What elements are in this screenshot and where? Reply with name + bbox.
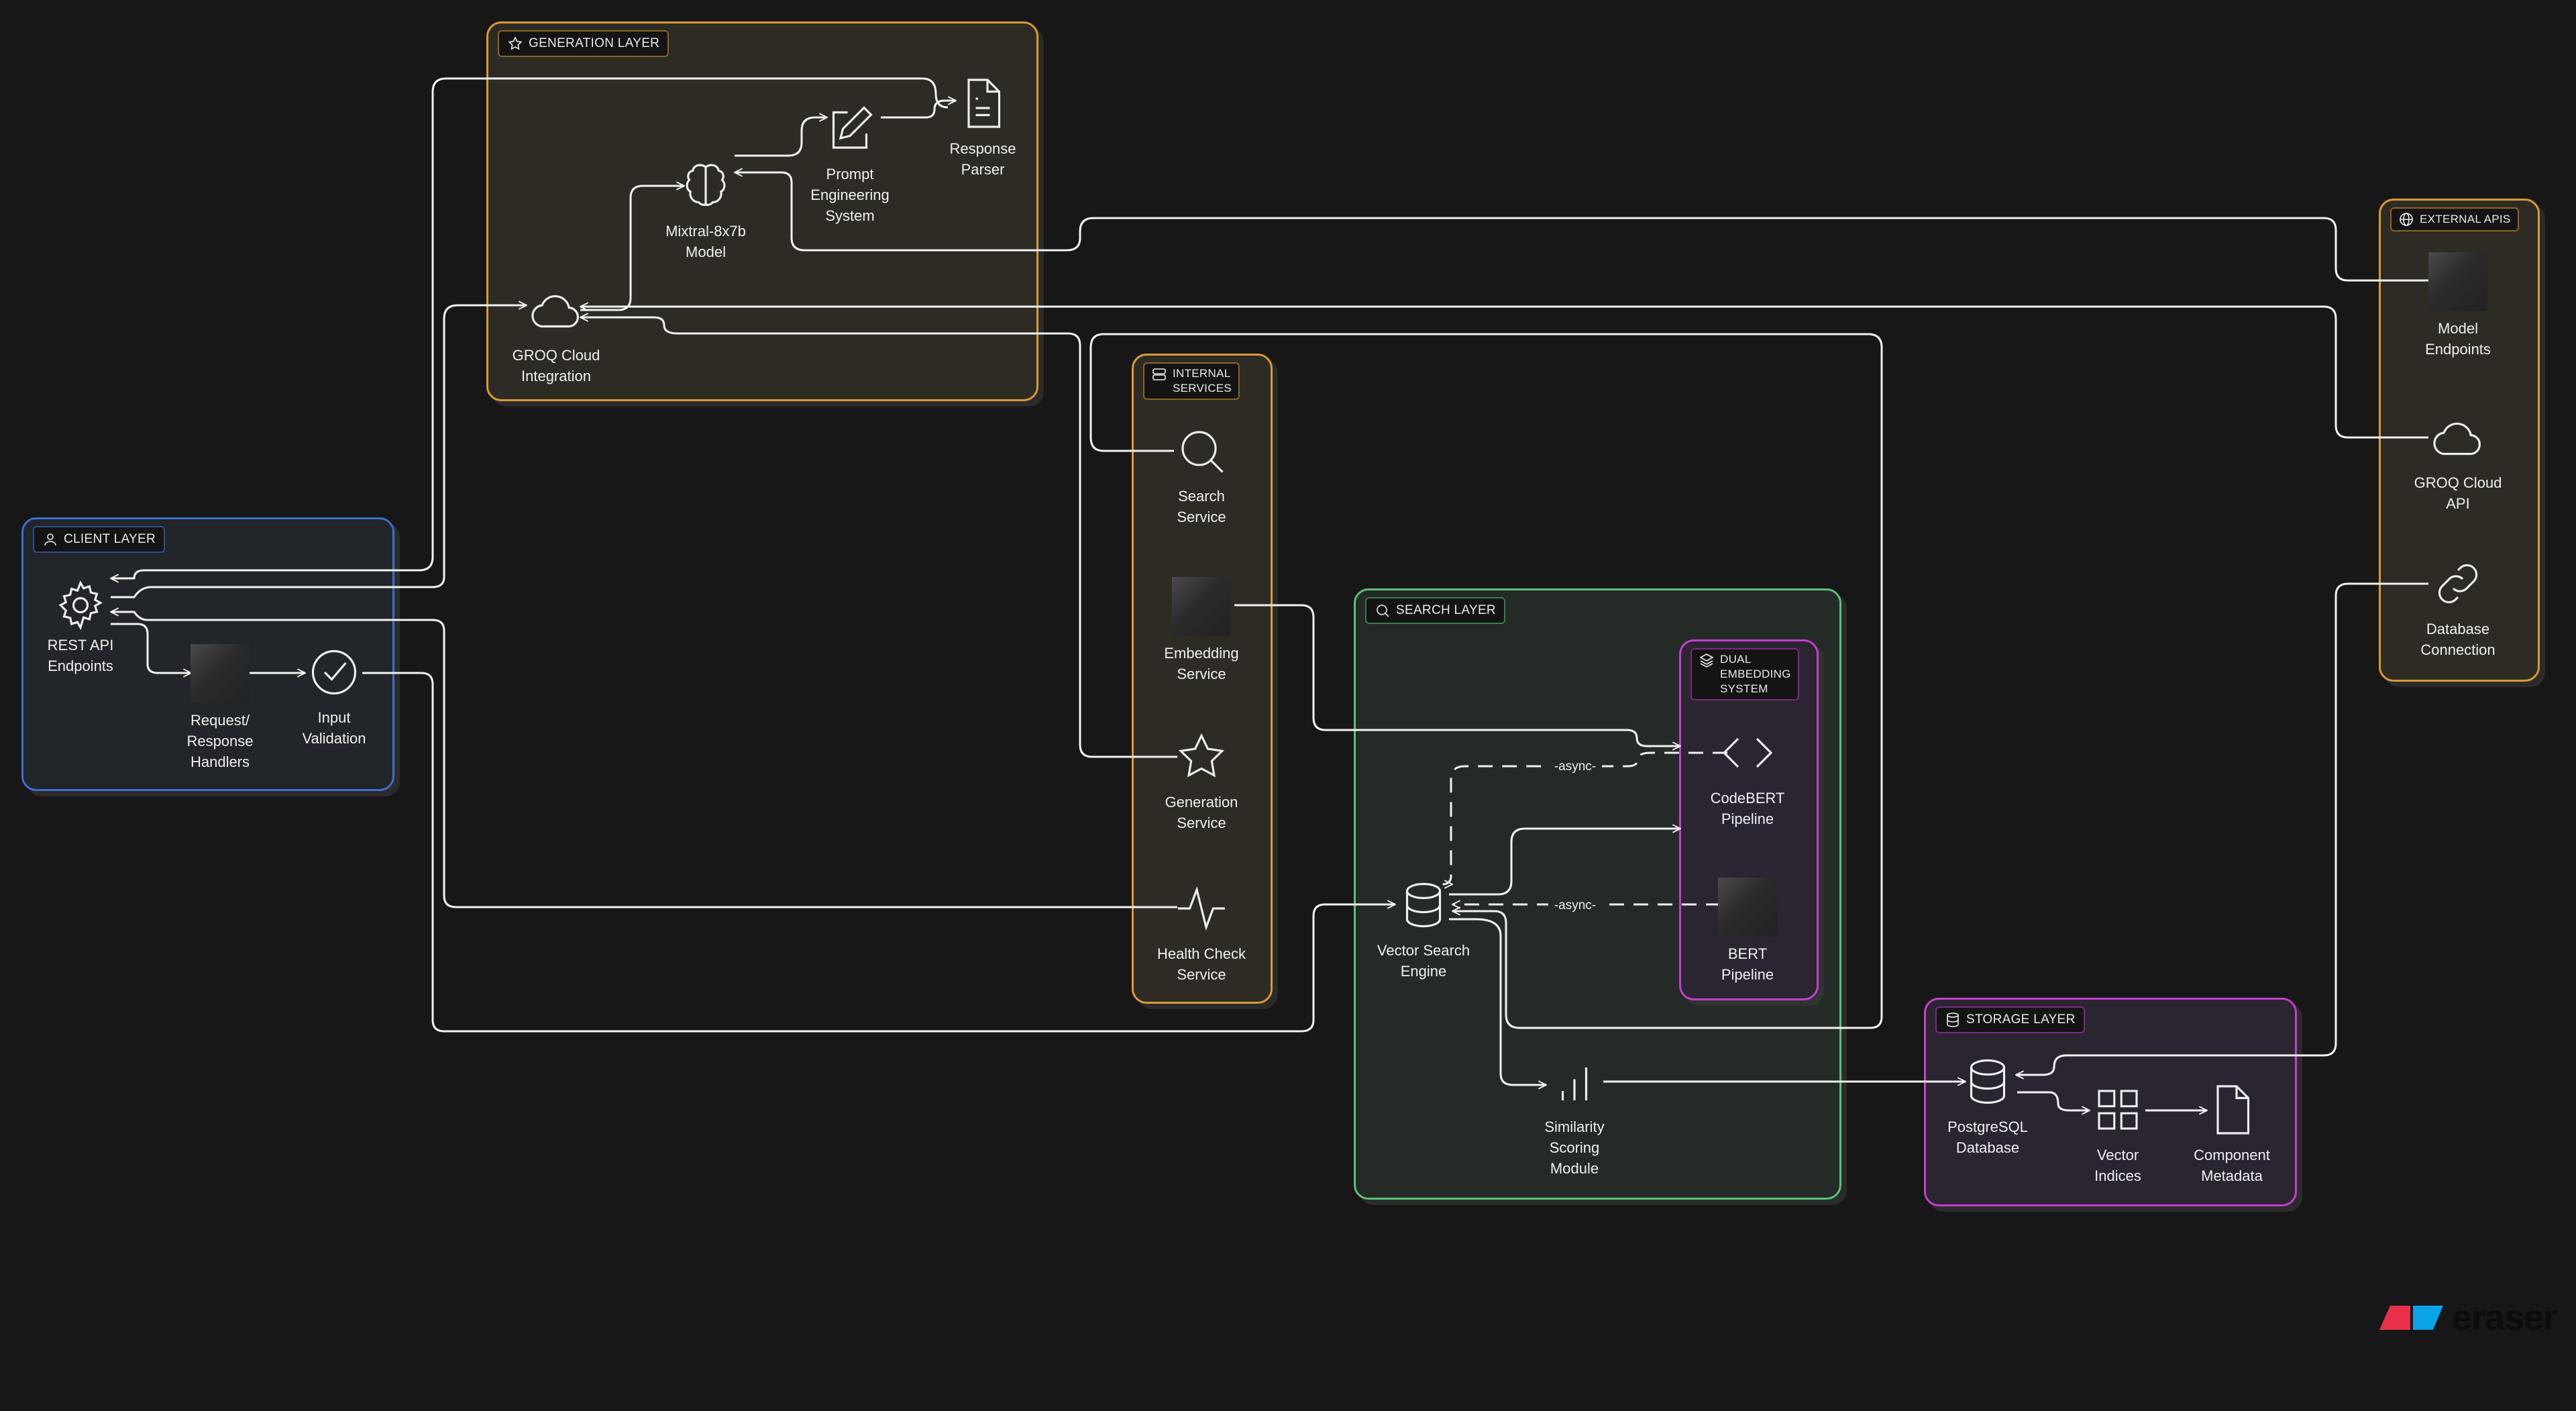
node-groq-cloud-integration[interactable]: GROQ Cloud Integration xyxy=(482,282,630,386)
cloud-icon xyxy=(2433,422,2481,456)
node-model-endpoints[interactable]: Model Endpoints xyxy=(2384,252,2532,360)
node-similarity-scoring[interactable]: Similarity Scoring Module xyxy=(1501,1053,1648,1179)
node-search-service[interactable]: Search Service xyxy=(1128,423,1275,527)
node-rest-api[interactable]: REST API Endpoints xyxy=(7,577,154,676)
brain-icon xyxy=(686,164,726,206)
edge-rest-to-groq-integration[interactable] xyxy=(111,301,527,598)
node-bert-pipeline[interactable]: BERT Pipeline xyxy=(1674,878,1821,985)
bar-chart-icon xyxy=(1561,1067,1588,1100)
activity-icon xyxy=(1178,886,1225,931)
node-groq-cloud-api[interactable]: GROQ Cloud API xyxy=(2384,409,2532,514)
check-circle-icon xyxy=(311,649,357,695)
star-icon xyxy=(1178,733,1225,778)
gear-icon xyxy=(58,580,103,631)
edge-groq-api-to-integration[interactable] xyxy=(580,302,2428,439)
placeholder-image xyxy=(191,644,250,703)
eraser-logo-text: eraser xyxy=(2452,1298,2557,1338)
async-label-2: -async- xyxy=(1554,898,1596,912)
node-component-metadata[interactable]: Component Metadata xyxy=(2158,1082,2306,1186)
placeholder-image xyxy=(1718,878,1777,937)
diagram-canvas: CLIENT LAYER GENERATION LAYER INTERNAL S… xyxy=(0,0,2576,1411)
search-icon xyxy=(1181,431,1224,473)
edit-icon xyxy=(832,106,873,149)
code-icon xyxy=(1722,737,1773,768)
async-label-1: -async- xyxy=(1554,760,1596,774)
node-input-validation[interactable]: Input Validation xyxy=(260,644,408,749)
node-database-connection[interactable]: Database Connection xyxy=(2384,556,2532,660)
node-mixtral-model[interactable]: Mixtral-8x7b Model xyxy=(632,158,780,262)
edge-embedding-to-codebert[interactable] xyxy=(1234,604,1681,751)
link-icon xyxy=(2438,564,2478,604)
node-codebert-pipeline[interactable]: CodeBERT Pipeline xyxy=(1674,725,1821,829)
placeholder-image xyxy=(1172,577,1231,636)
node-prompt-engineering[interactable]: Prompt Engineering System xyxy=(776,101,924,226)
eraser-logo[interactable]: eraser xyxy=(2378,1297,2557,1339)
edge-dbconn-to-postgres[interactable] xyxy=(2015,582,2428,1080)
file-text-icon xyxy=(967,79,1001,128)
node-response-parser[interactable]: Response Parser xyxy=(909,75,1057,180)
node-embedding-service[interactable]: Embedding Service xyxy=(1128,577,1275,684)
edge-generation-to-integration[interactable] xyxy=(580,313,1177,758)
node-postgresql-database[interactable]: PostgreSQL Database xyxy=(1914,1053,2061,1158)
cloud-icon xyxy=(531,295,579,328)
grid-icon xyxy=(2098,1090,2138,1130)
node-vector-search-engine[interactable]: Vector Search Engine xyxy=(1350,877,1497,982)
node-generation-service[interactable]: Generation Service xyxy=(1128,729,1275,833)
database-icon xyxy=(1970,1059,2006,1104)
edge-model-endpoints-to-mixtral[interactable] xyxy=(734,168,2428,282)
node-health-check-service[interactable]: Health Check Service xyxy=(1128,880,1275,985)
file-icon xyxy=(2216,1085,2250,1135)
placeholder-image xyxy=(2428,252,2487,311)
database-icon xyxy=(1405,882,1442,928)
eraser-logo-icon xyxy=(2379,1306,2443,1330)
